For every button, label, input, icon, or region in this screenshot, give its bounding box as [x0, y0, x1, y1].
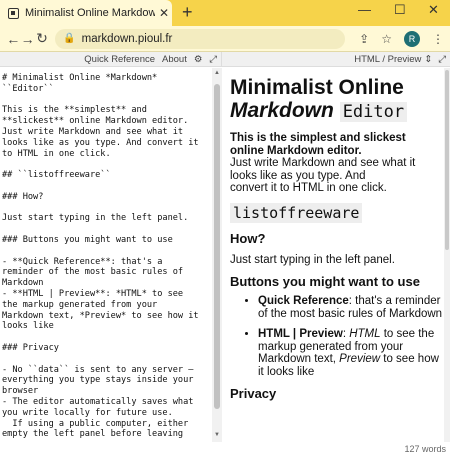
- editor-line: you write locally for future use.: [2, 407, 173, 418]
- editor-line: empty the left panel before leaving: [2, 429, 184, 440]
- mode-label: HTML / Preview: [354, 53, 422, 65]
- editor-line: to HTML in one click.: [2, 148, 111, 159]
- preview-heading-privacy: Privacy: [230, 386, 277, 401]
- preview-toolbar: HTML / Preview ⇕ ⤢: [222, 52, 450, 66]
- editor-line: ``Editor``: [2, 83, 54, 94]
- editor-toolbar: Quick Reference About ⚙ ⤢: [0, 52, 222, 66]
- editor-line: looks like as you type. And convert it: [2, 137, 199, 148]
- editor-line: **slickest** online Markdown editor.: [2, 116, 189, 127]
- gear-icon[interactable]: ⚙: [194, 54, 203, 65]
- list-italic: HTML: [349, 328, 381, 340]
- editor-line: looks like: [2, 321, 54, 332]
- fullscreen-icon[interactable]: ⤢: [209, 54, 217, 65]
- about-button[interactable]: About: [162, 54, 187, 65]
- list-item: HTML | Preview: HTML to see the markup g…: [258, 328, 444, 378]
- preview-scrollbar[interactable]: [444, 68, 450, 442]
- preview-scrollbar-thumb[interactable]: [445, 70, 449, 250]
- editor-line: If using a public computer, either: [2, 418, 189, 429]
- minimize-button[interactable]: —: [358, 2, 371, 17]
- editor-line: - **HTML | Preview**: *HTML* to see: [2, 288, 184, 299]
- reload-icon[interactable]: ↻: [35, 30, 49, 47]
- preview-heading-how: How?: [230, 230, 266, 246]
- share-icon[interactable]: ⇪: [359, 32, 369, 46]
- list-italic: Preview: [339, 353, 381, 365]
- heading-italic: Markdown: [230, 99, 334, 122]
- maximize-button[interactable]: ☐: [394, 2, 406, 18]
- editor-line: - **Quick Reference**: that's a: [2, 256, 163, 267]
- list-bold: Quick Reference: [258, 295, 349, 307]
- tab-bar: Minimalist Online Markdown Edi ✕ + — ☐ ✕: [0, 0, 450, 26]
- editor-line: # Minimalist Online *Markdown*: [2, 73, 158, 83]
- profile-avatar[interactable]: R: [404, 30, 420, 47]
- quick-reference-button[interactable]: Quick Reference: [84, 54, 155, 65]
- editor-line: This is the **simplest** and: [2, 105, 147, 116]
- editor-line: everything you type stays inside your: [2, 375, 194, 386]
- markdown-editor[interactable]: # Minimalist Online *Markdown* ``Editor``…: [0, 68, 212, 442]
- preview-heading-2: listoffreeware: [230, 202, 363, 223]
- preview-panel: Minimalist Online Markdown Editor This i…: [222, 68, 444, 442]
- preview-how-text: Just start typing in the left panel.: [230, 253, 395, 266]
- list-item: Quick Reference: that's a reminder of th…: [258, 295, 444, 320]
- back-arrow-icon[interactable]: ←: [6, 31, 20, 47]
- editor-line: Just write Markdown and see what it: [2, 126, 184, 137]
- tab-close-button[interactable]: ✕: [159, 6, 169, 20]
- intro-line: This is the simplest and slickest: [230, 132, 406, 144]
- editor-line: the markup generated from your: [2, 299, 158, 310]
- bookmark-star-icon[interactable]: ☆: [381, 32, 392, 46]
- chevron-updown-icon: ⇕: [424, 53, 433, 65]
- heading-code: Editor: [339, 102, 408, 122]
- heading-line: Minimalist Online: [230, 76, 404, 99]
- editor-line: - The editor automatically saves what: [2, 396, 194, 407]
- editor-line: ### Privacy: [2, 342, 59, 353]
- menu-kebab-icon[interactable]: ⋮: [432, 32, 444, 46]
- status-footer: 127 words: [0, 442, 450, 457]
- editor-line: Just start typing in the left panel.: [2, 213, 189, 224]
- browser-tab[interactable]: Minimalist Online Markdown Edi ✕: [0, 0, 172, 26]
- intro-line: looks like as you type. And: [230, 169, 366, 182]
- html-preview-select[interactable]: HTML / Preview ⇕: [354, 54, 432, 65]
- markdown-favicon-icon: [8, 7, 19, 19]
- scroll-up-arrow-icon[interactable]: ▲: [214, 70, 220, 76]
- intro-line: convert it to HTML in one click.: [230, 182, 387, 194]
- preview-heading-buttons: Buttons you might want to use: [230, 274, 420, 289]
- editor-line: ## ``listoffreeware``: [2, 170, 111, 181]
- scroll-down-arrow-icon[interactable]: ▼: [214, 432, 220, 438]
- editor-line: browser: [2, 386, 39, 397]
- forward-arrow-icon[interactable]: →: [20, 31, 35, 47]
- tab-title: Minimalist Online Markdown Edi: [25, 7, 155, 19]
- editor-line: ### How?: [2, 191, 44, 202]
- lock-icon: 🔒: [63, 33, 76, 44]
- fullscreen-icon[interactable]: ⤢: [438, 54, 446, 65]
- preview-button-list: Quick Reference: that's a reminder of th…: [230, 295, 444, 378]
- url-input[interactable]: 🔒 markdown.pioul.fr: [55, 28, 346, 49]
- editor-line: reminder of the most basic rules of: [2, 267, 184, 278]
- preview-intro: This is the simplest and slickest online…: [230, 132, 444, 195]
- new-tab-button[interactable]: +: [182, 2, 193, 23]
- intro-line: Just write Markdown and see what it: [230, 157, 416, 169]
- editor-line: Markdown text, *Preview* to see how it: [2, 310, 199, 321]
- main-area: # Minimalist Online *Markdown* ``Editor``…: [0, 68, 450, 457]
- editor-scrollbar-thumb[interactable]: [214, 84, 220, 409]
- address-bar: ← → ↻ 🔒 markdown.pioul.fr ⇪ ☆ R ⋮: [0, 26, 450, 52]
- url-text: markdown.pioul.fr: [81, 32, 173, 45]
- preview-heading-1: Minimalist Online Markdown Editor: [230, 76, 444, 124]
- list-bold: HTML | Preview: [258, 328, 343, 340]
- editor-line: Markdown: [2, 278, 44, 289]
- intro-line: online Markdown editor.: [230, 144, 362, 157]
- editor-scrollbar[interactable]: ▲ ▼: [212, 68, 222, 442]
- editor-line: - No ``data`` is sent to any server –: [2, 364, 194, 375]
- app-toolbar: Quick Reference About ⚙ ⤢ HTML / Preview…: [0, 52, 450, 67]
- editor-line: ### Buttons you might want to use: [2, 234, 173, 245]
- word-count: 127 words: [404, 444, 446, 454]
- close-window-button[interactable]: ✕: [428, 2, 439, 18]
